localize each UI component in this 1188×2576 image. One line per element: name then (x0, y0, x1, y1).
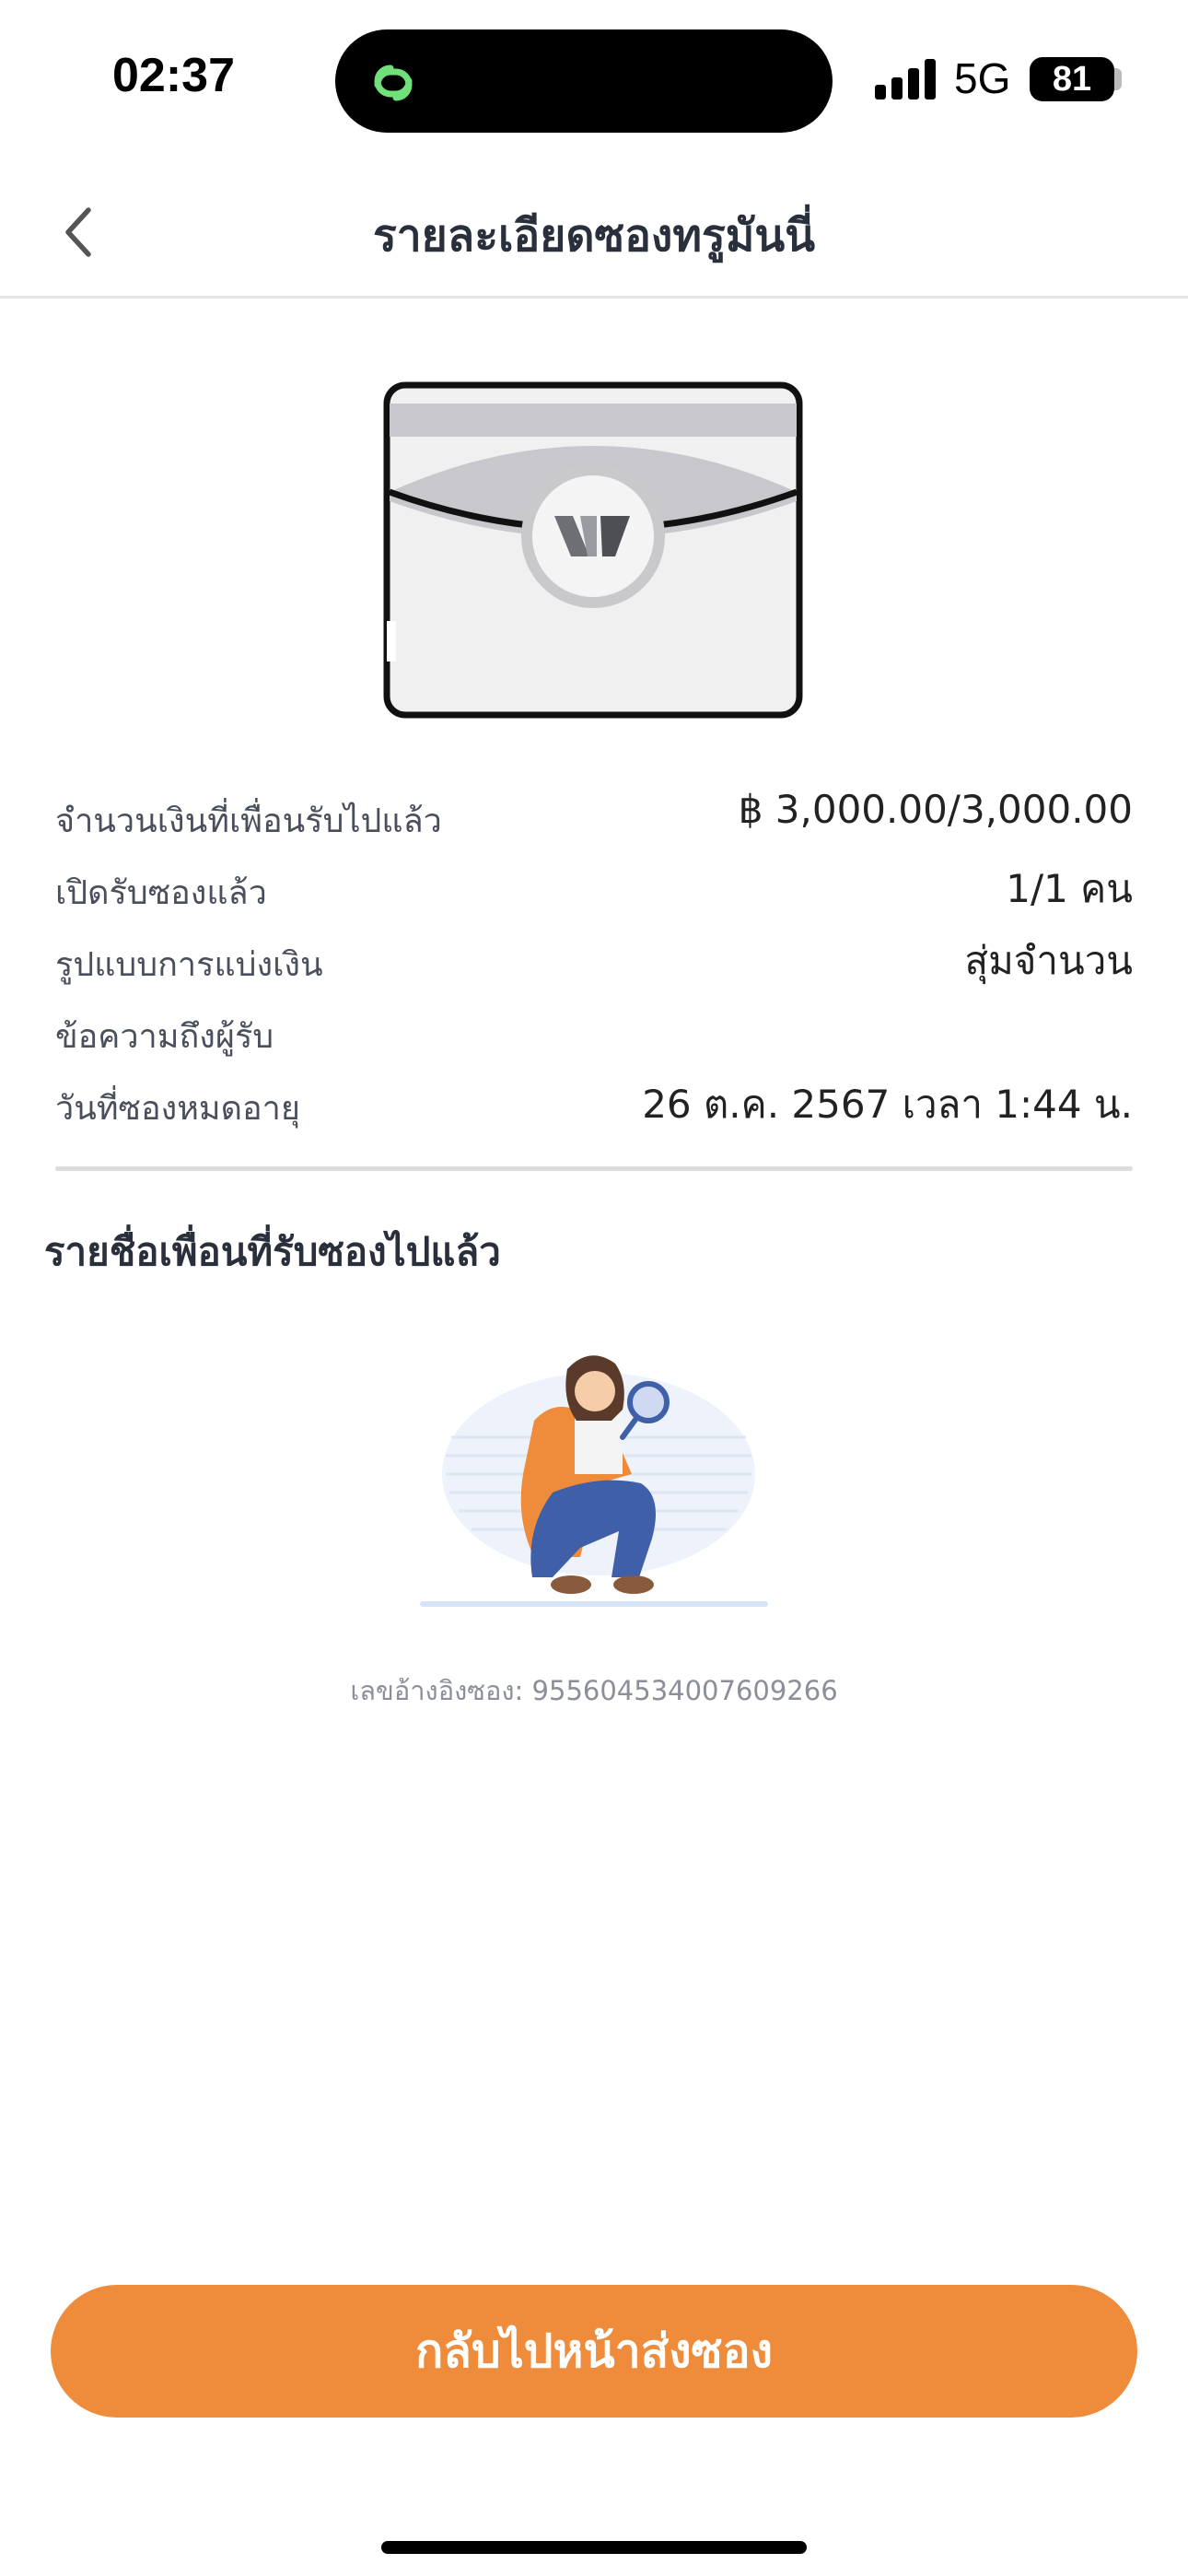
status-time: 02:37 (112, 49, 235, 102)
battery-level: 81 (1052, 59, 1092, 99)
detail-label: ข้อความถึงผู้รับ (55, 1018, 274, 1056)
detail-value: ฿ 3,000.00/3,000.00 (738, 787, 1133, 832)
cellular-signal-icon (875, 59, 936, 100)
screen: 02:37 5G 81 รายละเอียดซองทรูมันนี่ จำนวน… (0, 0, 1188, 2576)
envelope-reference: เลขอ้างอิงซอง: 955604534007609266 (350, 1675, 838, 1706)
detail-row-message: ข้อความถึงผู้รับ (55, 997, 1133, 1069)
detail-row-opened: เปิดรับซองแล้ว 1/1 คน (55, 853, 1133, 925)
home-indicator[interactable] (381, 2541, 807, 2554)
recipients-title: รายชื่อเพื่อนที่รับซองไปแล้ว (44, 1229, 501, 1274)
header: รายละเอียดซองทรูมันนี่ (0, 166, 1188, 299)
detail-value: 1/1 คน (1006, 866, 1133, 911)
back-to-send-button[interactable]: กลับไปหน้าส่งซอง (51, 2285, 1137, 2418)
page-title: รายละเอียดซองทรูมันนี่ (372, 210, 816, 262)
detail-row-expiry: วันที่ซองหมดอายุ 26 ต.ค. 2567 เวลา 1:44 … (55, 1069, 1133, 1141)
detail-row-amount: จำนวนเงินที่เพื่อนรับไปแล้ว ฿ 3,000.00/3… (55, 781, 1133, 853)
battery-cap (1114, 68, 1122, 90)
linked-rings-icon (374, 64, 413, 101)
empty-search-illustration (420, 1355, 768, 1607)
detail-label: เปิดรับซองแล้ว (55, 874, 267, 912)
divider (55, 1166, 1133, 1171)
detail-label: รูปแบบการแบ่งเงิน (55, 946, 323, 984)
detail-value: 26 ต.ค. 2567 เวลา 1:44 น. (642, 1082, 1133, 1127)
detail-value: สุ่มจำนวน (964, 938, 1133, 983)
detail-label: วันที่ซองหมดอายุ (55, 1090, 300, 1128)
detail-row-split-type: รูปแบบการแบ่งเงิน สุ่มจำนวน (55, 925, 1133, 997)
detail-list: จำนวนเงินที่เพื่อนรับไปแล้ว ฿ 3,000.00/3… (55, 781, 1133, 1141)
battery-icon: 81 (1030, 57, 1114, 101)
detail-label: จำนวนเงินที่เพื่อนรับไปแล้ว (55, 802, 442, 840)
network-type: 5G (954, 54, 1011, 102)
envelope-image (383, 381, 803, 719)
